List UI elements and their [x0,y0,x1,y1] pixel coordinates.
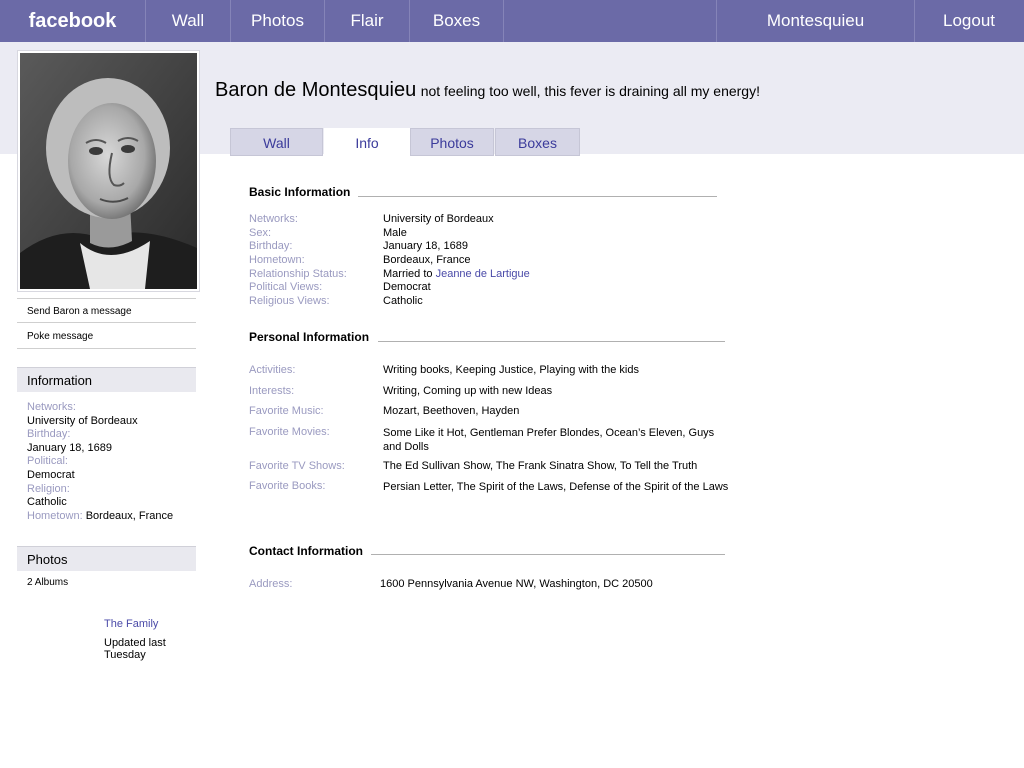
personal-label-books: Favorite Books: [249,480,326,492]
information-box-title: Information [17,367,196,392]
basic-value-sex: Male [383,227,407,239]
personal-value-tv: The Ed Sullivan Show, The Frank Sinatra … [383,460,698,472]
section-divider [358,196,717,197]
contact-label-address: Address: [249,578,293,590]
info-value-political: Democrat [27,468,75,481]
personal-value-interests: Writing, Coming up with new Ideas [383,385,553,397]
profile-name: Baron de Montesquieu [215,79,417,101]
basic-label-religious: Religious Views: [249,295,330,307]
basic-label-sex: Sex: [249,227,272,239]
personal-label-tv: Favorite TV Shows: [249,460,345,472]
personal-label-activities: Activities: [249,364,296,376]
basic-label-political: Political Views: [249,281,323,293]
info-value-networks: University of Bordeaux [27,414,138,427]
basic-information-heading: Basic Information [249,185,351,199]
basic-label-relationship: Relationship Status: [249,268,347,280]
personal-value-books: Persian Letter, The Spirit of the Laws, … [383,481,729,493]
basic-label-hometown: Hometown: [249,254,305,266]
personal-value-movies: Some Like it Hot, Gentleman Prefer Blond… [383,427,715,453]
profile-photo[interactable] [20,53,197,289]
profile-photo-frame [17,50,200,292]
profile-status: Baron de Montesquieu not feeling too wel… [215,79,760,102]
poke-link[interactable]: Poke message [17,324,196,349]
info-label-hometown: Hometown: [27,509,83,522]
spouse-link[interactable]: Jeanne de Lartigue [436,268,530,280]
section-divider [371,554,725,555]
basic-label-birthday: Birthday: [249,240,293,252]
information-box: Networks: University of Bordeaux Birthda… [27,401,197,523]
info-value-hometown: Bordeaux, France [85,509,174,522]
basic-value-relationship: Married to Jeanne de Lartigue [383,268,530,280]
album-link[interactable]: The Family [104,618,158,630]
album-updated-text: Updated last Tuesday [104,637,166,661]
tab-photos[interactable]: Photos [410,128,494,156]
nav-flair[interactable]: Flair [325,0,410,42]
info-value-birthday: January 18, 1689 [27,441,113,454]
info-label-birthday: Birthday: [27,428,71,441]
nav-boxes[interactable]: Boxes [410,0,504,42]
basic-value-political: Democrat [383,281,431,293]
nav-user-profile[interactable]: Montesquieu [716,0,915,42]
personal-value-music: Mozart, Beethoven, Hayden [383,405,520,417]
basic-value-hometown: Bordeaux, France [383,254,471,266]
status-text: not feeling too well, this fever is drai… [420,83,760,99]
top-navigation-bar: facebook Wall Photos Flair Boxes Montesq… [0,0,1024,42]
relationship-prefix: Married to [383,268,436,280]
tab-wall[interactable]: Wall [230,128,323,156]
info-value-religion: Catholic [27,496,67,509]
info-label-networks: Networks: [27,401,76,413]
photos-box-title: Photos [17,546,196,571]
logout-button[interactable]: Logout [914,0,1024,42]
personal-label-music: Favorite Music: [249,405,324,417]
basic-value-religious: Catholic [383,295,423,307]
nav-wall[interactable]: Wall [146,0,231,42]
info-label-political: Political: [27,455,68,468]
tab-boxes[interactable]: Boxes [495,128,580,156]
personal-value-activities: Writing books, Keeping Justice, Playing … [383,364,639,376]
basic-value-networks: University of Bordeaux [383,213,494,225]
contact-information-heading: Contact Information [249,544,363,558]
personal-information-heading: Personal Information [249,330,370,344]
contact-value-address: 1600 Pennsylvania Avenue NW, Washington,… [380,578,653,590]
nav-photos[interactable]: Photos [231,0,325,42]
basic-label-networks: Networks: [249,213,298,225]
section-divider [378,341,725,342]
send-message-link[interactable]: Send Baron a message [17,298,196,323]
basic-value-birthday: January 18, 1689 [383,240,469,252]
personal-label-interests: Interests: [249,385,295,397]
albums-count[interactable]: 2 Albums [27,577,68,588]
facebook-logo[interactable]: facebook [0,0,146,42]
tab-info[interactable]: Info [324,128,410,156]
info-label-religion: Religion: [27,482,70,495]
personal-label-movies: Favorite Movies: [249,426,330,438]
